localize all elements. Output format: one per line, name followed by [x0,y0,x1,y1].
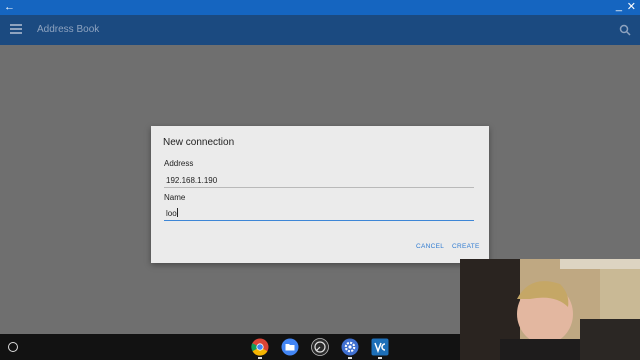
app-toolbar: Address Book [0,15,640,45]
launcher-icon[interactable] [8,342,18,352]
webcam-video-overlay [460,259,640,360]
address-input[interactable]: 192.168.1.190 [164,174,474,188]
app-title: Address Book [37,24,100,35]
chrome-icon[interactable] [251,338,269,356]
name-value: loo [166,209,177,218]
back-arrow-icon[interactable]: ← [4,0,15,15]
settings-gear-icon[interactable] [341,338,359,356]
address-value: 192.168.1.190 [166,176,218,185]
files-icon[interactable] [281,338,299,356]
vnc-viewer-icon[interactable] [371,338,389,356]
cancel-button[interactable]: CANCEL [416,243,444,250]
text-caret [176,208,178,217]
search-icon[interactable] [619,24,631,36]
audio-player-icon[interactable] [311,338,329,356]
window-titlebar: ← _ ✕ [0,0,640,15]
close-icon[interactable]: ✕ [627,0,636,15]
minimize-icon[interactable]: _ [616,0,622,13]
name-input[interactable]: loo [164,207,474,221]
dialog-title: New connection [163,137,235,148]
hamburger-menu-icon[interactable] [10,24,22,34]
create-button[interactable]: CREATE [452,243,480,250]
address-label: Address [164,159,194,168]
new-connection-dialog: New connection Address 192.168.1.190 Nam… [151,126,489,263]
name-label: Name [164,193,186,202]
